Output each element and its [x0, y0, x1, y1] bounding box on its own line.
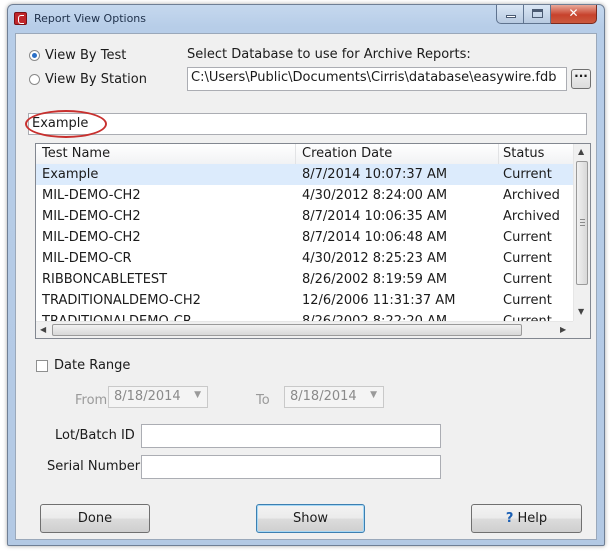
help-button-label: Help [517, 511, 548, 526]
lot-batch-label: Lot/Batch ID [55, 428, 135, 443]
done-button-label: Done [77, 511, 113, 526]
from-label: From [75, 393, 108, 408]
scroll-right-icon[interactable]: ▶ [560, 325, 566, 334]
grid-header: Test Name Creation Date Status [36, 144, 574, 165]
date-range-label: Date Range [54, 358, 131, 373]
table-row[interactable]: MIL-DEMO-CH2 8/7/2014 10:06:48 AM Curren… [36, 227, 574, 248]
show-button[interactable]: Show [256, 504, 365, 533]
minimize-icon [506, 15, 516, 18]
cell-test-name: MIL-DEMO-CR [42, 251, 132, 266]
done-button[interactable]: Done [40, 504, 150, 533]
view-by-station-label: View By Station [45, 72, 147, 87]
horizontal-scrollbar[interactable]: ◀ ▶ [36, 321, 574, 338]
cell-creation-date: 8/26/2002 8:19:59 AM [302, 272, 448, 287]
scroll-down-icon[interactable]: ▼ [578, 307, 584, 316]
app-icon [14, 12, 27, 25]
browse-database-button[interactable]: ··· [571, 69, 591, 89]
cell-creation-date: 8/7/2014 10:06:48 AM [302, 230, 448, 245]
cell-creation-date: 8/7/2014 10:07:37 AM [302, 167, 448, 182]
scroll-up-icon[interactable]: ▲ [578, 147, 584, 156]
maximize-icon [532, 9, 543, 18]
column-header-creation-date[interactable]: Creation Date [296, 144, 499, 164]
cell-status: Current [503, 230, 552, 245]
radio-unselected-icon [29, 74, 40, 85]
scrollbar-corner [573, 321, 590, 338]
cell-status: Current [503, 167, 552, 182]
cell-test-name: MIL-DEMO-CH2 [42, 209, 141, 224]
cell-test-name: TRADITIONALDEMO-CH2 [42, 293, 201, 308]
view-by-station-radio[interactable]: View By Station [29, 72, 147, 87]
table-row[interactable]: RIBBONCABLETEST 8/26/2002 8:19:59 AM Cur… [36, 269, 574, 290]
cell-status: Archived [503, 188, 560, 203]
checkbox-unchecked-icon [36, 359, 48, 372]
database-path-field[interactable]: C:\Users\Public\Documents\Cirris\databas… [187, 67, 567, 91]
chevron-down-icon[interactable]: ▼ [194, 390, 201, 400]
grid-rows: Example 8/7/2014 10:07:37 AM Current MIL… [36, 164, 574, 332]
tests-grid[interactable]: Test Name Creation Date Status Example 8… [35, 143, 591, 339]
table-row[interactable]: MIL-DEMO-CH2 4/30/2012 8:24:00 AM Archiv… [36, 185, 574, 206]
minimize-button[interactable] [496, 5, 524, 24]
to-label: To [256, 393, 270, 408]
close-button[interactable]: ✕ [551, 5, 597, 24]
highlight-circle-annotation [25, 110, 107, 138]
serial-number-input[interactable] [141, 455, 441, 479]
cell-test-name: RIBBONCABLETEST [42, 272, 168, 287]
caption-buttons: ✕ [496, 5, 597, 24]
show-button-label: Show [292, 511, 329, 526]
view-by-test-radio[interactable]: View By Test [29, 48, 126, 63]
cell-creation-date: 12/6/2006 11:31:37 AM [302, 293, 456, 308]
window-title: Report View Options [34, 12, 147, 25]
title-bar[interactable]: Report View Options ✕ [8, 5, 604, 33]
vertical-scrollbar[interactable]: ▲ ▼ [573, 144, 590, 321]
to-date-picker[interactable]: 8/18/2014 ▼ [284, 386, 384, 408]
maximize-button[interactable] [524, 5, 551, 24]
lot-batch-input[interactable] [141, 424, 441, 448]
help-button[interactable]: ? Help [471, 504, 582, 533]
cell-status: Current [503, 293, 552, 308]
dialog-client-area: View By Test View By Station Select Data… [15, 33, 597, 540]
view-by-test-label: View By Test [45, 48, 127, 63]
horizontal-scroll-thumb[interactable] [52, 324, 522, 336]
from-date-picker[interactable]: 8/18/2014 ▼ [108, 386, 208, 408]
grip-line [580, 222, 585, 223]
cell-test-name: MIL-DEMO-CH2 [42, 188, 141, 203]
cell-status: Archived [503, 209, 560, 224]
cell-status: Current [503, 251, 552, 266]
cell-creation-date: 4/30/2012 8:24:00 AM [302, 188, 448, 203]
cell-creation-date: 8/7/2014 10:06:35 AM [302, 209, 448, 224]
report-view-options-window: Report View Options ✕ View By Test View … [7, 4, 605, 546]
date-range-checkbox[interactable]: Date Range [36, 358, 130, 373]
column-header-test-name[interactable]: Test Name [36, 144, 296, 164]
radio-selected-icon [29, 50, 40, 61]
cell-status: Current [503, 272, 552, 287]
to-date-value: 8/18/2014 [290, 389, 357, 404]
vertical-scroll-thumb[interactable] [576, 161, 588, 285]
table-row[interactable]: MIL-DEMO-CH2 8/7/2014 10:06:35 AM Archiv… [36, 206, 574, 227]
close-icon: ✕ [568, 6, 579, 20]
cell-test-name: Example [42, 167, 99, 182]
grip-line [580, 219, 585, 220]
cell-creation-date: 4/30/2012 8:25:23 AM [302, 251, 448, 266]
test-filter-input[interactable]: Example [28, 113, 587, 135]
column-header-status[interactable]: Status [499, 144, 574, 164]
grip-line [580, 225, 585, 226]
table-row[interactable]: Example 8/7/2014 10:07:37 AM Current [36, 164, 574, 185]
table-row[interactable]: MIL-DEMO-CR 4/30/2012 8:25:23 AM Current [36, 248, 574, 269]
scroll-left-icon[interactable]: ◀ [40, 325, 46, 334]
serial-number-label: Serial Number [47, 459, 141, 474]
help-icon: ? [505, 511, 514, 526]
table-row[interactable]: TRADITIONALDEMO-CH2 12/6/2006 11:31:37 A… [36, 290, 574, 311]
database-label: Select Database to use for Archive Repor… [187, 47, 471, 62]
from-date-value: 8/18/2014 [114, 389, 181, 404]
cell-test-name: MIL-DEMO-CH2 [42, 230, 141, 245]
chevron-down-icon[interactable]: ▼ [370, 390, 377, 400]
